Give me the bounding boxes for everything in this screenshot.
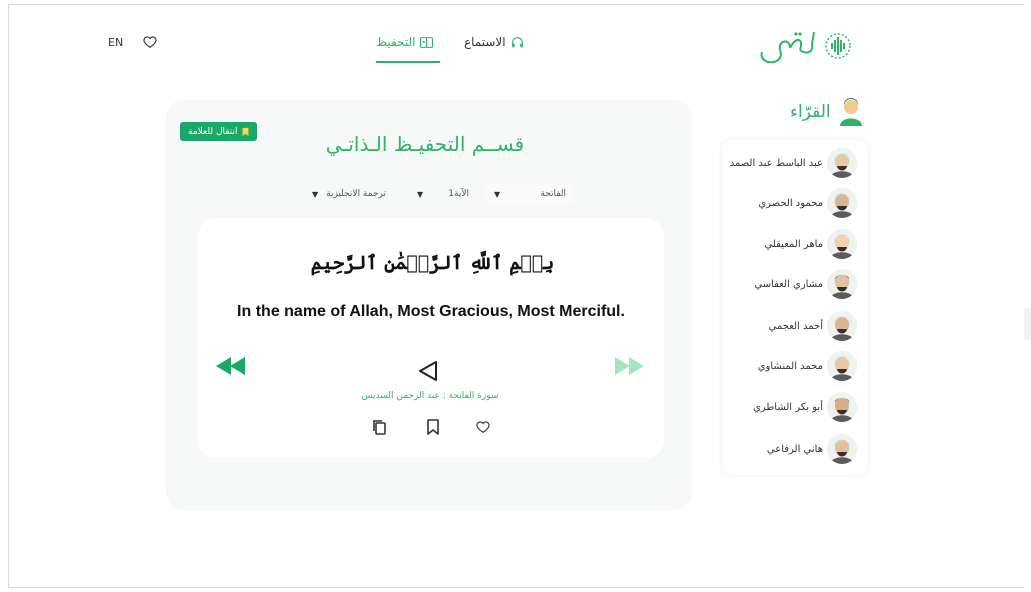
now-playing-caption: سورة الفاتحة : عبد الرحمن السديس bbox=[361, 391, 499, 401]
avatar bbox=[827, 434, 857, 464]
nav-tab-listening-label: الاستماع bbox=[464, 35, 506, 49]
language-toggle[interactable]: EN bbox=[108, 36, 123, 49]
headphones-icon bbox=[511, 37, 523, 48]
verse-translation-text: In the name of Allah, Most Gracious, Mos… bbox=[237, 303, 625, 320]
avatar bbox=[827, 269, 857, 299]
avatar bbox=[827, 188, 857, 218]
reciter-item[interactable]: عبد الباسط عبد الصمد bbox=[722, 147, 857, 179]
avatar bbox=[827, 311, 857, 341]
play-icon[interactable] bbox=[415, 359, 441, 383]
translation-select[interactable]: ترجمة الانجليزية ▼ bbox=[304, 183, 394, 205]
ayah-select[interactable]: الآية1 ▼ bbox=[409, 183, 477, 205]
reciter-name: أبو بكر الشاطري bbox=[752, 401, 823, 413]
reciter-item[interactable]: مشاري العفاسي bbox=[722, 268, 857, 300]
chevron-down-icon: ▼ bbox=[417, 189, 424, 199]
app-logo[interactable] bbox=[756, 26, 852, 66]
reciters-header: القرّاء bbox=[790, 98, 863, 126]
reciter-item[interactable]: محمود الحصري bbox=[722, 187, 857, 219]
chevron-down-icon: ▼ bbox=[494, 189, 501, 199]
nav-tab-memorization[interactable]: التحفيظ bbox=[376, 35, 434, 49]
active-tab-indicator bbox=[376, 61, 440, 63]
heart-icon[interactable] bbox=[143, 35, 157, 49]
reciter-name: ماهر المعيقلي bbox=[764, 238, 823, 250]
page-title: قســم التحفيـظ الـذاتـي bbox=[325, 132, 525, 156]
reciter-item[interactable]: أحمد العجمي bbox=[722, 310, 857, 342]
fast-forward-icon[interactable] bbox=[612, 357, 644, 375]
user-icon bbox=[839, 98, 862, 126]
reciter-name: مشاري العفاسي bbox=[754, 278, 823, 290]
scrollbar[interactable] bbox=[1024, 308, 1031, 340]
translation-select-value: ترجمة الانجليزية bbox=[326, 189, 386, 199]
ayah-select-value: الآية1 bbox=[448, 189, 469, 199]
reciter-item[interactable]: ماهر المعيقلي bbox=[722, 228, 857, 260]
bookmark-icon bbox=[242, 127, 248, 136]
nav-tab-memorization-label: التحفيظ bbox=[376, 35, 416, 49]
reciters-title: القرّاء bbox=[790, 102, 831, 122]
reciter-name: أحمد العجمي bbox=[768, 320, 823, 332]
surah-select-value: الفاتحة bbox=[540, 189, 566, 199]
verse-arabic-text: بِسۡمِ ٱللَّهِ ٱلرَّحۡمَٰنِ ٱلرَّحِيمِ bbox=[310, 252, 555, 274]
avatar bbox=[827, 229, 857, 259]
book-icon bbox=[420, 36, 434, 48]
goto-bookmark-button[interactable]: انتقال للعلامة bbox=[180, 122, 257, 141]
reciter-name: محمود الحصري bbox=[758, 197, 823, 209]
copy-icon[interactable] bbox=[372, 419, 386, 435]
reciter-item[interactable]: هاني الرفاعي bbox=[722, 433, 857, 465]
reciter-name: هاني الرفاعي bbox=[766, 443, 823, 455]
reciter-name: عبد الباسط عبد الصمد bbox=[729, 157, 823, 169]
avatar bbox=[827, 392, 857, 422]
reciter-item[interactable]: أبو بكر الشاطري bbox=[722, 391, 857, 423]
rewind-icon[interactable] bbox=[216, 357, 248, 375]
surah-select[interactable]: الفاتحة ▼ bbox=[486, 183, 574, 205]
chevron-down-icon: ▼ bbox=[312, 189, 319, 199]
sound-wave-icon bbox=[825, 33, 851, 59]
avatar bbox=[827, 351, 857, 381]
logo-mark bbox=[760, 31, 815, 64]
goto-bookmark-label: انتقال للعلامة bbox=[188, 126, 238, 137]
bookmark-icon[interactable] bbox=[426, 419, 440, 435]
heart-icon[interactable] bbox=[476, 419, 490, 435]
nav-tab-listening[interactable]: الاستماع bbox=[464, 35, 524, 49]
avatar bbox=[827, 148, 857, 178]
reciter-item[interactable]: محمد المنشاوي bbox=[722, 350, 857, 382]
reciter-name: محمد المنشاوي bbox=[757, 360, 823, 372]
